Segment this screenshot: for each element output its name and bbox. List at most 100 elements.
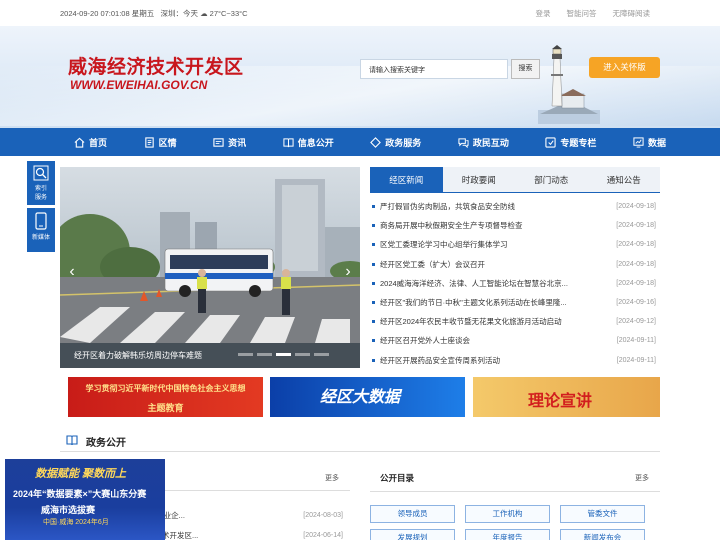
- float-index-service[interactable]: 索引 服务: [27, 161, 55, 205]
- ad-text: 2024年“数据要素×”大赛山东分赛: [13, 489, 147, 499]
- interaction-icon: [458, 137, 469, 148]
- carousel-dots: [238, 353, 329, 356]
- float-label: 服务: [34, 195, 47, 201]
- tab-department-updates[interactable]: 部门动态: [515, 167, 588, 192]
- news-date: [2024-09-12]: [616, 318, 656, 326]
- news-date: [2024-09-16]: [616, 298, 656, 306]
- gov-section-header: 政务公开: [60, 430, 660, 452]
- doc-date: [2024-08-03]: [303, 512, 343, 519]
- divider: [370, 491, 660, 492]
- magnifier-icon: [33, 165, 49, 181]
- float-label: 新媒体: [31, 235, 50, 241]
- carousel-photo: [60, 179, 360, 343]
- floating-ad[interactable]: 数据赋能 聚数而上 2024年“数据要素×”大赛山东分赛 威海市选拔赛 中国·威…: [5, 459, 165, 540]
- news-title: 经开区2024年农民丰收节暨无花果文化旅游月活动启动: [380, 317, 562, 327]
- promo-banner-study[interactable]: 学习贯彻习近平新时代中国特色社会主义思想 主题教育: [68, 377, 263, 417]
- carousel-dot[interactable]: [238, 353, 253, 356]
- directory-documents-button[interactable]: 管委文件: [560, 505, 645, 523]
- search-input[interactable]: 请输入搜索关键字: [360, 59, 508, 79]
- news-date: [2024-09-18]: [616, 222, 656, 230]
- main-nav: 首页 区情 资讯 信息公开 政务服务 政民互动 专题专栏 数据: [0, 128, 720, 156]
- promo-text: 理论宣讲: [528, 393, 593, 410]
- nav-item-gov-services[interactable]: 政务服务: [366, 128, 425, 156]
- float-new-media[interactable]: 新媒体: [27, 208, 55, 252]
- doc-date: [2024-06-14]: [303, 532, 343, 539]
- news-panel: 经区新闻 时政要闻 部门动态 通知公告 严打假冒伪劣肉制品，共筑食品安全防线 [2…: [370, 167, 660, 368]
- tab-notices[interactable]: 通知公告: [588, 167, 661, 192]
- nav-label: 信息公开: [297, 137, 334, 148]
- list-item[interactable]: 经开区2024年农民丰收节暨无花果文化旅游月活动启动 [2024-09-12]: [370, 312, 660, 331]
- directory-annual-report-button[interactable]: 年度报告: [465, 529, 550, 540]
- book-icon: [283, 137, 294, 147]
- care-mode-button[interactable]: 进入关怀版: [589, 57, 660, 78]
- carousel-next-button[interactable]: ›: [340, 259, 356, 285]
- tab-current-affairs[interactable]: 时政要闻: [443, 167, 516, 192]
- tab-district-news[interactable]: 经区新闻: [370, 167, 443, 192]
- news-tabs: 经区新闻 时政要闻 部门动态 通知公告: [370, 167, 660, 193]
- book-icon: [66, 435, 78, 446]
- smart-qa-link[interactable]: 智能问答: [567, 8, 597, 19]
- list-item[interactable]: 经开区召开党外人士座谈会 [2024-09-11]: [370, 331, 660, 350]
- news-carousel[interactable]: ‹ › 经开区着力破解韩乐坊周边停车难题: [60, 167, 360, 368]
- right-more-link[interactable]: 更多: [635, 473, 649, 483]
- news-title: 商务局开展中秋假期安全生产专项督导检查: [380, 221, 523, 231]
- nav-item-topics[interactable]: 专题专栏: [541, 128, 600, 156]
- list-item[interactable]: 经开区"我们的节日·中秋"主题文化系列活动在长峰里隆... [2024-09-16…: [370, 293, 660, 312]
- nav-label: 政务服务: [385, 137, 422, 148]
- promo-text: 学习贯彻习近平新时代中国特色社会主义思想: [85, 384, 246, 393]
- nav-label: 资讯: [228, 137, 247, 148]
- news-title: 经开区召开党外人士座谈会: [380, 336, 470, 346]
- top-bar: 2024-09-20 07:01:08 星期五 深圳：今天 ☁ 27°C~33°…: [0, 0, 720, 26]
- news-date: [2024-09-18]: [616, 241, 656, 249]
- list-item[interactable]: 经开区党工委（扩大）会议召开 [2024-09-18]: [370, 255, 660, 274]
- list-item[interactable]: 2024威海海洋经济、法律、人工智能论坛在智慧谷北京... [2024-09-18…: [370, 274, 660, 293]
- news-title: 经开区开展药品安全宣传周系列活动: [380, 355, 500, 365]
- datetime: 2024-09-20 07:01:08 星期五: [60, 9, 155, 18]
- diamond-icon: [370, 136, 382, 148]
- directory-press-button[interactable]: 新闻发布会: [560, 529, 645, 540]
- promo-banner-big-data[interactable]: 经区大数据: [270, 377, 465, 417]
- list-item[interactable]: 商务局开展中秋假期安全生产专项督导检查 [2024-09-18]: [370, 216, 660, 235]
- news-date: [2024-09-11]: [616, 337, 656, 345]
- list-item[interactable]: 经开区开展药品安全宣传周系列活动 [2024-09-11]: [370, 351, 660, 370]
- nav-item-interaction[interactable]: 政民互动: [454, 128, 513, 156]
- carousel-dot[interactable]: [257, 353, 272, 356]
- topic-icon: [545, 136, 557, 148]
- site-logo-en[interactable]: WWW.EWEIHAI.GOV.CN: [70, 78, 207, 92]
- directory-title: 公开目录: [380, 473, 415, 483]
- promo-text: 主题教育: [147, 403, 184, 413]
- directory-agencies-button[interactable]: 工作机构: [465, 505, 550, 523]
- carousel-dot-active[interactable]: [276, 353, 291, 356]
- directory-planning-button[interactable]: 发展规划: [370, 529, 455, 540]
- news-list: 严打假冒伪劣肉制品，共筑食品安全防线 [2024-09-18] 商务局开展中秋假期…: [370, 197, 660, 370]
- nav-label: 专题专栏: [560, 137, 597, 148]
- news-title: 严打假冒伪劣肉制品，共筑食品安全防线: [380, 202, 515, 211]
- carousel-prev-button[interactable]: ‹: [64, 259, 80, 285]
- float-label: 索引: [34, 186, 47, 192]
- promo-banner-theory[interactable]: 理论宣讲: [473, 377, 660, 417]
- login-link[interactable]: 登录: [536, 8, 551, 19]
- news-title: 经开区"我们的节日·中秋"主题文化系列活动在长峰里隆...: [380, 297, 567, 307]
- nav-item-info-disclosure[interactable]: 信息公开: [279, 128, 338, 156]
- directory-leaders-button[interactable]: 领导成员: [370, 505, 455, 523]
- news-date: [2024-09-18]: [616, 260, 656, 268]
- header-banner: 威海经济技术开发区 WWW.EWEIHAI.GOV.CN 请输入搜索关键字 搜索…: [0, 26, 720, 128]
- carousel-dot[interactable]: [314, 353, 329, 356]
- list-item[interactable]: 严打假冒伪劣肉制品，共筑食品安全防线 [2024-09-18]: [370, 197, 660, 216]
- mobile-icon: [35, 212, 47, 230]
- accessibility-link[interactable]: 无障碍阅读: [613, 8, 651, 19]
- nav-item-data[interactable]: 数据: [629, 128, 670, 156]
- datetime-weather: 2024-09-20 07:01:08 星期五 深圳：今天 ☁ 27°C~33°…: [60, 8, 248, 19]
- top-links: 登录 智能问答 无障碍阅读: [536, 8, 651, 19]
- search-button[interactable]: 搜索: [511, 59, 540, 79]
- news-icon: [213, 137, 224, 147]
- nav-label: 首页: [89, 137, 108, 148]
- nav-item-news[interactable]: 资讯: [209, 128, 250, 156]
- nav-item-home[interactable]: 首页: [70, 128, 111, 156]
- carousel-dot[interactable]: [295, 353, 310, 356]
- list-item[interactable]: 区党工委理论学习中心组举行集体学习 [2024-09-18]: [370, 235, 660, 254]
- left-more-link[interactable]: 更多: [325, 473, 339, 483]
- site-logo-cn[interactable]: 威海经济技术开发区: [68, 52, 244, 79]
- carousel-caption[interactable]: 经开区着力破解韩乐坊周边停车难题: [74, 350, 202, 361]
- nav-item-overview[interactable]: 区情: [140, 128, 181, 156]
